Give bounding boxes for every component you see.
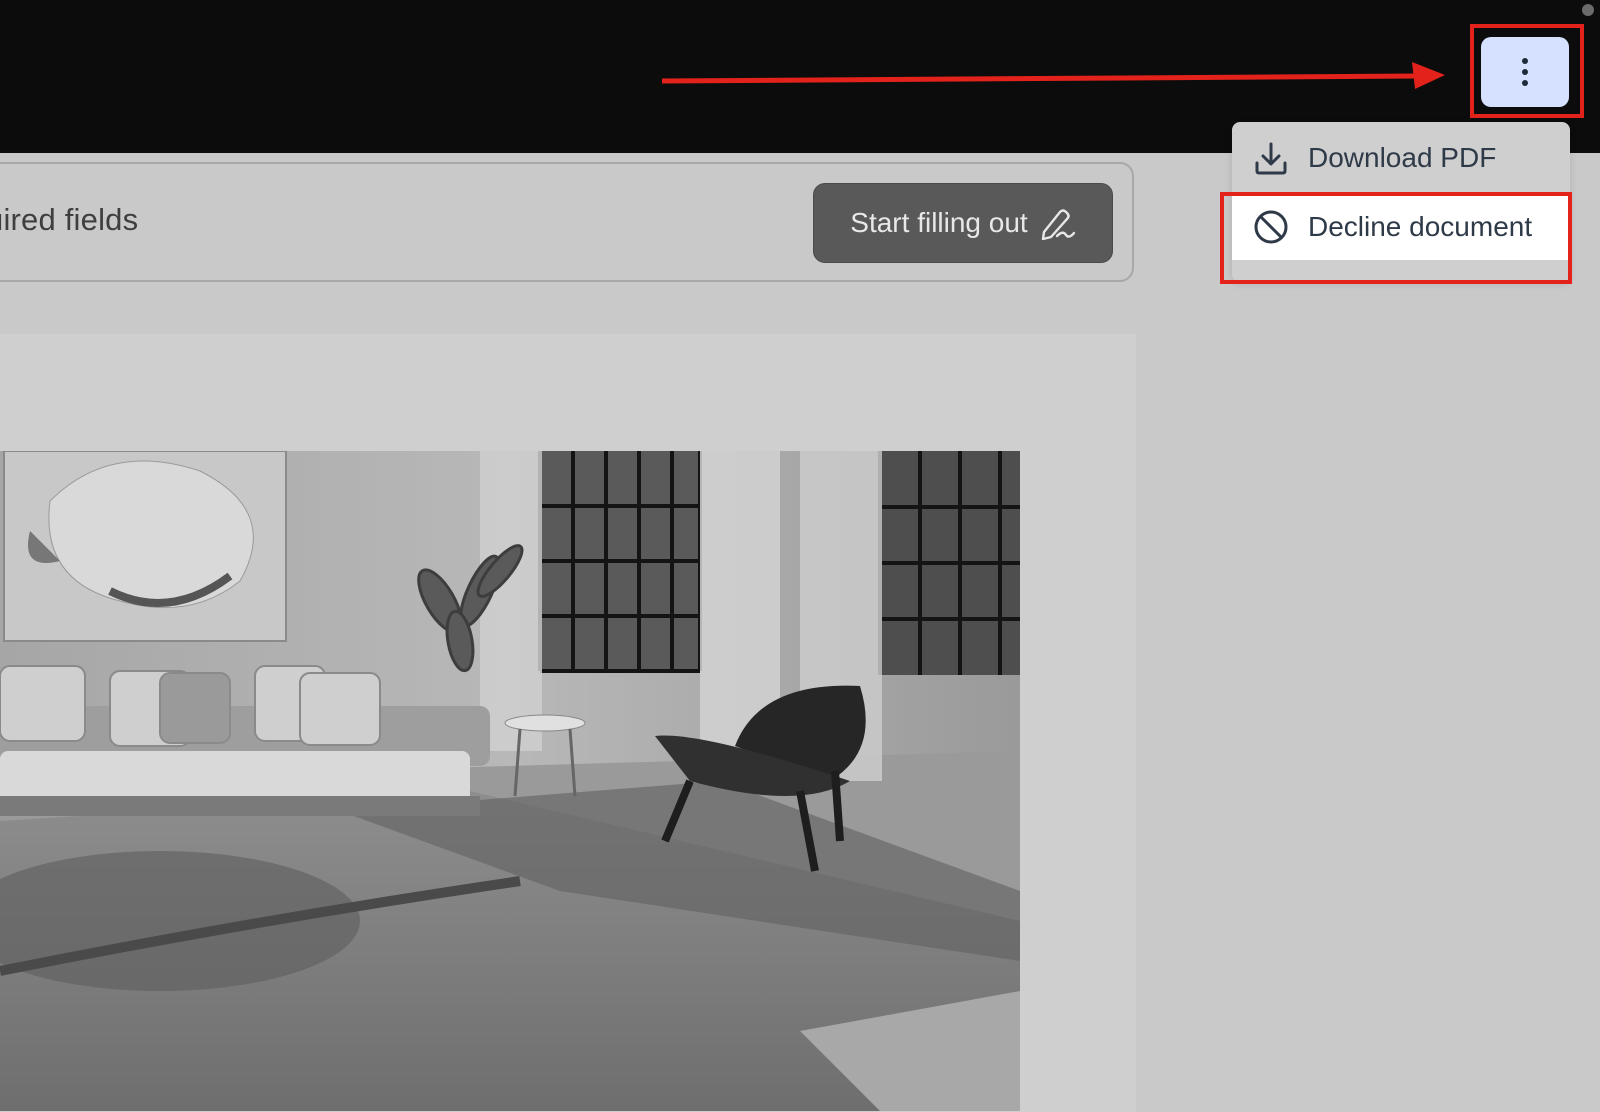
decline-document-label: Decline document — [1308, 211, 1533, 242]
download-pdf-menu-item[interactable]: Download PDF — [1232, 125, 1570, 191]
start-filling-out-button[interactable]: Start filling out — [813, 183, 1113, 263]
required-fields-text: uired fields — [0, 202, 139, 237]
document-photo — [0, 451, 1020, 1111]
more-options-dropdown: Download PDF Decline document — [1232, 122, 1570, 282]
start-filling-out-label: Start filling out — [850, 207, 1028, 238]
decline-document-menu-item[interactable]: Decline document — [1232, 194, 1570, 260]
signature-pen-icon — [1041, 209, 1075, 240]
more-options-button[interactable] — [1481, 37, 1569, 107]
more-vertical-icon — [1522, 58, 1528, 86]
download-pdf-label: Download PDF — [1308, 142, 1497, 173]
download-icon — [1255, 142, 1287, 175]
ban-icon — [1254, 210, 1288, 244]
annotation-arrow — [661, 62, 1445, 89]
scroll-indicator — [1582, 4, 1594, 16]
